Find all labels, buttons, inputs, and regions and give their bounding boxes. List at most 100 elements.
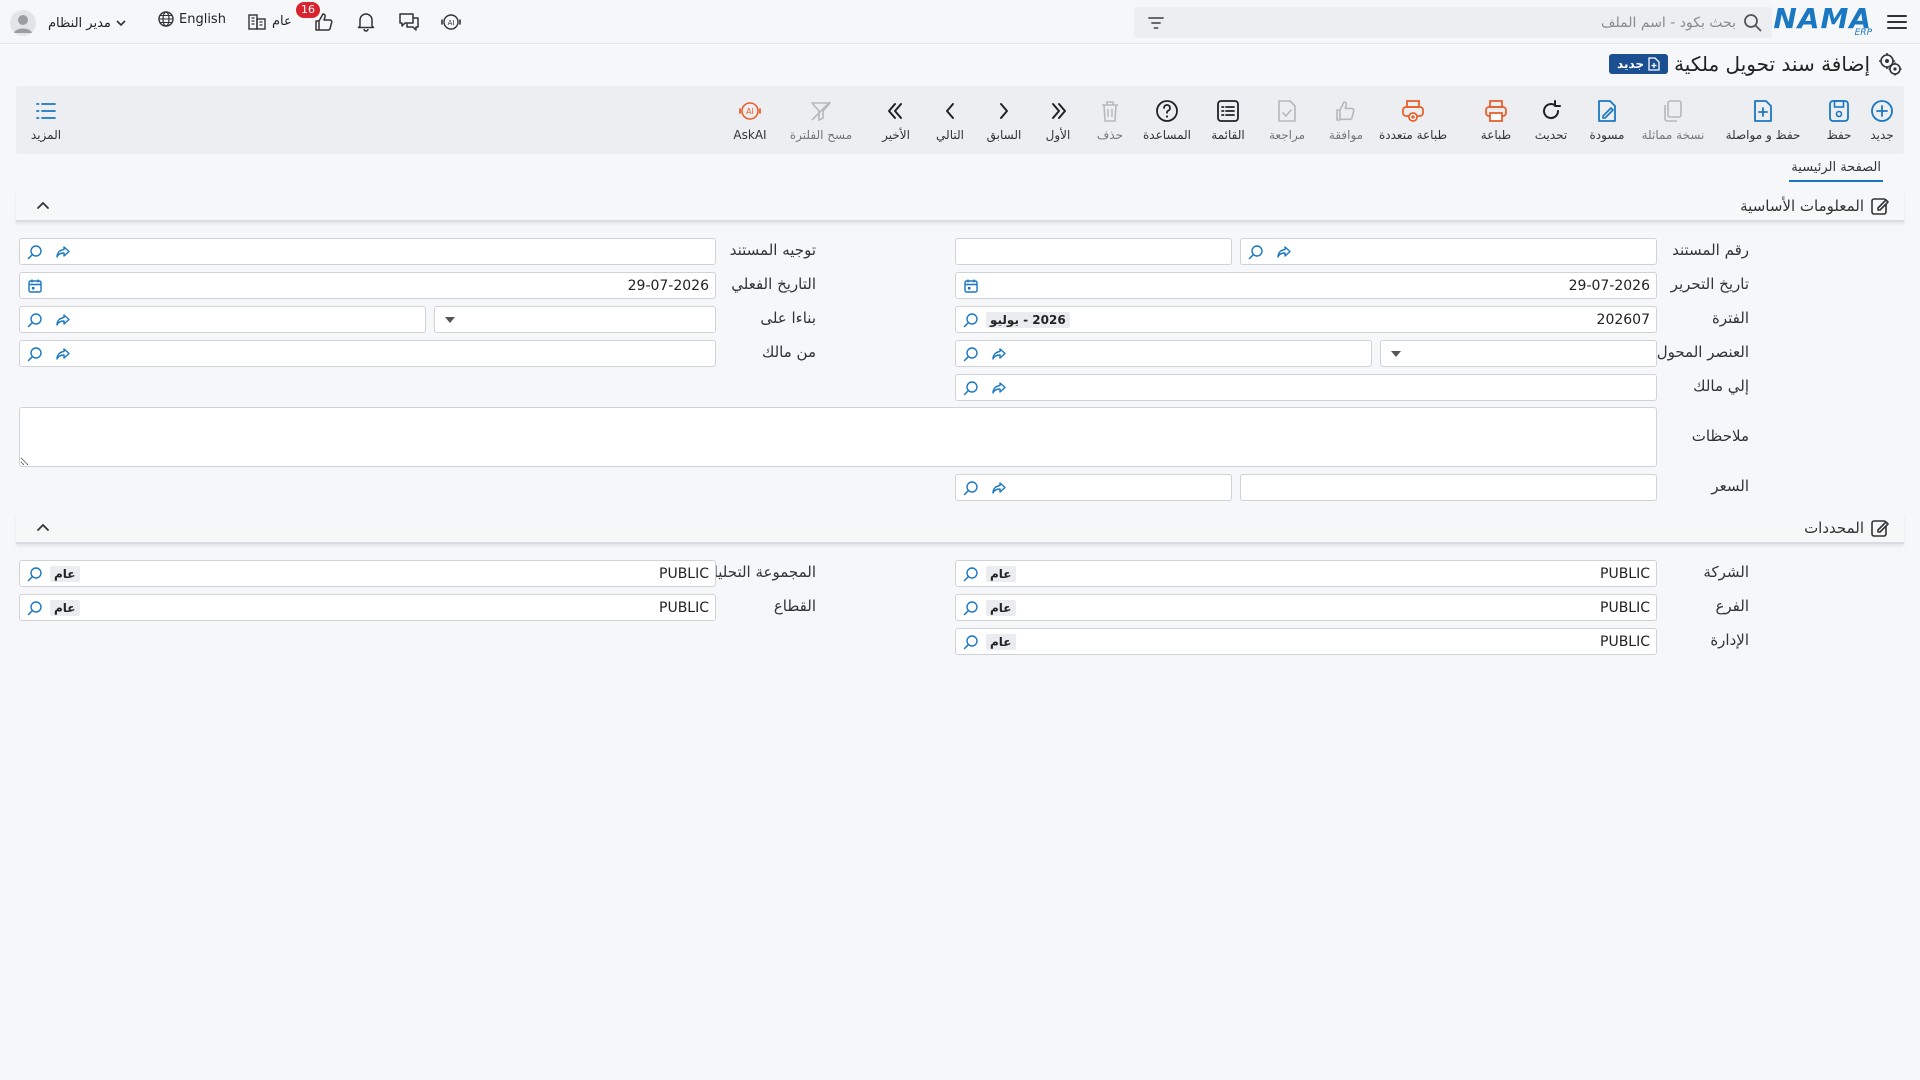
company-code: PUBLIC (1600, 565, 1650, 582)
next-record-button[interactable]: التالي (930, 86, 970, 154)
sector-label: القطاع (773, 597, 816, 615)
share-arrow-icon[interactable] (990, 479, 1008, 497)
edit-date-field[interactable]: 29-07-2026 (955, 272, 1657, 299)
search-lookup-icon[interactable] (962, 379, 980, 397)
new-button-label: جديد (1870, 128, 1894, 142)
delete-button[interactable]: حذف (1090, 86, 1130, 154)
transferred-item-type-select[interactable] (1380, 340, 1657, 367)
first-record-button[interactable]: الأول (1038, 86, 1078, 154)
price-currency-field[interactable] (955, 474, 1232, 501)
ai-assistant-button[interactable]: AI (439, 10, 463, 34)
company-switch[interactable]: عام (246, 10, 292, 32)
multi-print-button[interactable]: طباعة متعددة (1368, 86, 1458, 154)
previous-record-button[interactable]: السابق (984, 86, 1024, 154)
chevron-up-icon[interactable] (34, 519, 52, 537)
language-switch[interactable]: English (157, 10, 226, 28)
chevron-up-icon[interactable] (34, 197, 52, 215)
ask-ai-button[interactable]: AI AskAI (728, 86, 772, 154)
sector-field[interactable]: PUBLIC عام (19, 594, 716, 621)
search-lookup-icon[interactable] (26, 243, 44, 261)
add-circle-icon (1871, 100, 1893, 122)
share-arrow-icon[interactable] (1275, 243, 1293, 261)
search-lookup-icon[interactable] (26, 565, 44, 583)
app-logo[interactable]: NAMA ERP (1773, 4, 1872, 39)
doc-number-field[interactable] (1240, 238, 1657, 265)
search-lookup-icon[interactable] (962, 633, 980, 651)
multi-print-icon (1402, 100, 1424, 122)
section-title: المعلومات الأساسية (1740, 196, 1890, 216)
search-lookup-icon[interactable] (26, 599, 44, 617)
calendar-icon[interactable] (962, 277, 980, 295)
clear-filter-button[interactable]: مسح الفلترة (786, 86, 856, 154)
search-lookup-icon[interactable] (1247, 243, 1265, 261)
notifications-button[interactable] (355, 10, 377, 32)
draft-button-label: مسودة (1589, 128, 1625, 142)
search-lookup-icon[interactable] (962, 479, 980, 497)
branch-field[interactable]: PUBLIC عام (955, 594, 1657, 621)
dropdown-caret-icon (445, 317, 455, 323)
last-record-button[interactable]: الأخير (876, 86, 916, 154)
hamburger-menu-icon[interactable] (1886, 11, 1908, 33)
from-owner-field[interactable] (19, 340, 716, 367)
based-on-field[interactable] (19, 306, 426, 333)
messages-button[interactable] (397, 10, 421, 34)
save-continue-button[interactable]: حفظ و مواصلة (1718, 86, 1808, 154)
duplicate-button[interactable]: نسخة مماثلة (1633, 86, 1713, 154)
new-button[interactable]: جديد (1862, 86, 1902, 154)
analytic-group-field[interactable]: PUBLIC عام (19, 560, 716, 587)
share-arrow-icon[interactable] (54, 311, 72, 329)
department-field[interactable]: PUBLIC عام (955, 628, 1657, 655)
company-field[interactable]: PUBLIC عام (955, 560, 1657, 587)
search-lookup-icon[interactable] (962, 345, 980, 363)
transferred-item-field[interactable] (955, 340, 1372, 367)
review-button[interactable]: مراجعة (1265, 86, 1309, 154)
print-button[interactable]: طباعة (1474, 86, 1518, 154)
analytic-group-name-tag: عام (50, 565, 80, 582)
transferred-item-label: العنصر المحول (1656, 343, 1749, 361)
save-continue-button-label: حفظ و مواصلة (1725, 128, 1801, 142)
language-label: English (179, 11, 226, 27)
user-menu[interactable]: مدير النظام (10, 10, 127, 36)
doc-number-secondary-field[interactable] (955, 238, 1232, 265)
calendar-icon[interactable] (26, 277, 44, 295)
avatar (10, 10, 36, 36)
share-arrow-icon[interactable] (54, 243, 72, 261)
search-lookup-icon[interactable] (962, 565, 980, 583)
filter-icon[interactable] (1146, 13, 1166, 33)
refresh-button[interactable]: تحديث (1529, 86, 1573, 154)
transfer-gears-icon (1876, 50, 1904, 78)
doc-number-label: رقم المستند (1672, 241, 1749, 259)
based-on-label: بناءا على (760, 309, 816, 327)
approve-button[interactable]: موافقة (1324, 86, 1368, 154)
print-button-label: طباعة (1480, 128, 1512, 142)
ask-ai-icon: AI (739, 102, 761, 120)
share-arrow-icon[interactable] (990, 345, 1008, 363)
period-field[interactable]: 202607 2026 - يوليو (955, 306, 1657, 333)
refresh-button-label: تحديث (1534, 128, 1568, 142)
more-button[interactable]: المزيد (26, 86, 66, 154)
list-button[interactable]: القائمة (1206, 86, 1250, 154)
search-lookup-icon[interactable] (962, 311, 980, 329)
basic-info-section-header[interactable]: المعلومات الأساسية (16, 192, 1904, 222)
search-input[interactable] (1166, 7, 1742, 38)
save-continue-icon (1754, 100, 1772, 122)
actual-date-field[interactable]: 29-07-2026 (19, 272, 716, 299)
notes-textarea[interactable] (19, 407, 1657, 467)
branch-label: الفرع (1715, 597, 1749, 615)
draft-button[interactable]: مسودة (1585, 86, 1629, 154)
to-owner-field[interactable] (955, 374, 1657, 401)
search-icon[interactable] (1742, 12, 1764, 34)
help-button[interactable]: المساعدة (1139, 86, 1195, 154)
search-lookup-icon[interactable] (26, 345, 44, 363)
search-lookup-icon[interactable] (962, 599, 980, 617)
delete-icon (1102, 101, 1118, 122)
save-button[interactable]: حفظ (1819, 86, 1859, 154)
based-on-type-select[interactable] (434, 306, 716, 333)
search-lookup-icon[interactable] (26, 311, 44, 329)
tab-main[interactable]: الصفحة الرئيسية (1789, 160, 1883, 182)
share-arrow-icon[interactable] (54, 345, 72, 363)
share-arrow-icon[interactable] (990, 379, 1008, 397)
doc-direction-field[interactable] (19, 238, 716, 265)
determinants-section-header[interactable]: المحددات (16, 514, 1904, 544)
price-field[interactable] (1240, 474, 1657, 501)
